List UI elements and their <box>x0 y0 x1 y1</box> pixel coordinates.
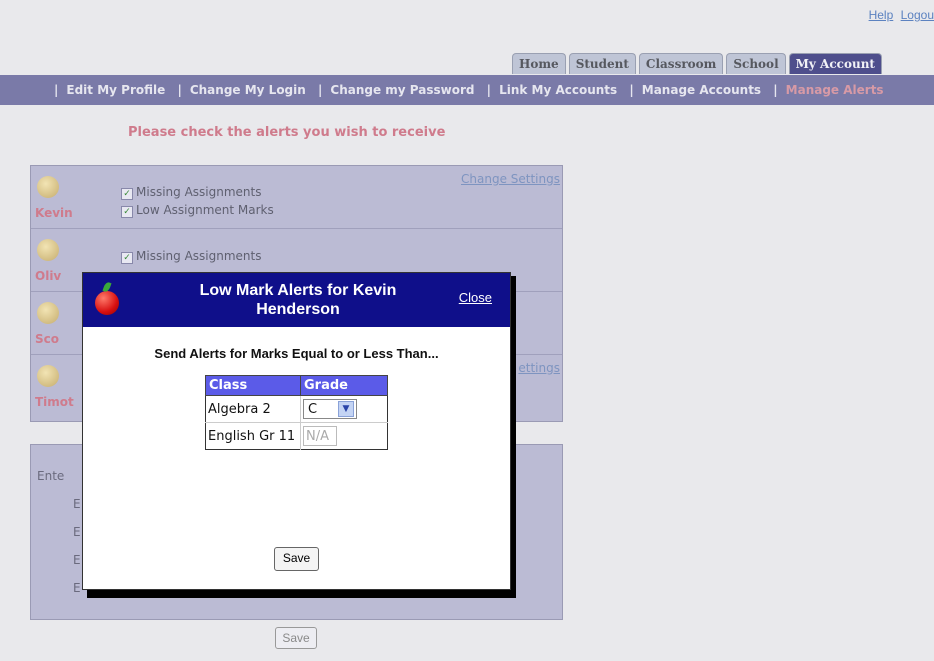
tab-home[interactable]: Home <box>512 53 566 74</box>
student-avatar-icon <box>37 302 59 324</box>
student-avatar-icon <box>37 176 59 198</box>
table-row: Algebra 2 C ▼ <box>205 395 388 423</box>
checkbox-checked-icon[interactable]: ✓ <box>121 188 133 200</box>
grade-select-value: C <box>308 401 318 417</box>
tab-my-account[interactable]: My Account <box>788 53 882 74</box>
subnav-edit-profile[interactable]: Edit My Profile <box>66 83 165 97</box>
chevron-down-icon[interactable]: ▼ <box>338 401 354 417</box>
apple-icon <box>95 291 119 315</box>
low-mark-alerts-dialog: Low Mark Alerts for Kevin Henderson Clos… <box>82 272 511 590</box>
dialog-prompt: Send Alerts for Marks Equal to or Less T… <box>154 346 439 361</box>
student-avatar-icon <box>37 239 59 261</box>
dialog-header: Low Mark Alerts for Kevin Henderson Clos… <box>83 273 510 327</box>
page-save-button[interactable]: Save <box>275 627 317 649</box>
page-heading: Please check the alerts you wish to rece… <box>128 125 446 140</box>
subnav-change-login[interactable]: Change My Login <box>190 83 306 97</box>
student-row: Kevin ✓ Missing Assignments ✓ Low Assignme… <box>31 166 562 229</box>
logout-link[interactable]: Logou <box>901 8 934 22</box>
tab-classroom[interactable]: Classroom <box>638 53 724 74</box>
enter-label: Ente <box>37 469 65 483</box>
tab-school[interactable]: School <box>726 53 786 74</box>
student-name: Sco <box>35 332 59 346</box>
account-subnav: | Edit My Profile | Change My Login | Chang… <box>0 75 934 105</box>
change-settings-link[interactable]: ettings <box>518 361 560 375</box>
class-cell: Algebra 2 <box>205 395 301 423</box>
subnav-change-password[interactable]: Change my Password <box>330 83 474 97</box>
alert-label: Missing Assignments <box>136 249 262 263</box>
main-tabs: Home Student Classroom School My Account <box>512 53 882 74</box>
tab-student[interactable]: Student <box>568 53 636 74</box>
subnav-link-accounts[interactable]: Link My Accounts <box>499 83 617 97</box>
change-settings-link[interactable]: Change Settings <box>461 172 560 186</box>
table-row: English Gr 11 N/A <box>205 422 388 450</box>
checkbox-checked-icon[interactable]: ✓ <box>121 252 133 264</box>
table-header-row: Class Grade <box>205 375 388 396</box>
email-label: E <box>73 581 81 595</box>
subnav-manage-alerts[interactable]: Manage Alerts <box>786 83 884 97</box>
grade-select[interactable]: C ▼ <box>303 399 357 419</box>
class-cell: English Gr 11 <box>205 422 301 450</box>
close-link[interactable]: Close <box>459 290 492 305</box>
student-name: Timot <box>35 395 74 409</box>
column-header-grade: Grade <box>300 375 388 396</box>
alert-label: Missing Assignments <box>136 185 262 199</box>
email-label: E <box>73 525 81 539</box>
email-label: E <box>73 497 81 511</box>
top-links: Help Logou <box>865 8 934 22</box>
grade-table: Class Grade Algebra 2 C ▼ English Gr 11 … <box>205 375 388 450</box>
email-label: E <box>73 553 81 567</box>
help-link[interactable]: Help <box>869 8 894 22</box>
subnav-manage-accounts[interactable]: Manage Accounts <box>642 83 761 97</box>
checkbox-checked-icon[interactable]: ✓ <box>121 206 133 218</box>
dialog-title: Low Mark Alerts for Kevin Henderson <box>199 282 397 318</box>
dialog-save-button[interactable]: Save <box>274 547 319 571</box>
column-header-class: Class <box>205 375 301 396</box>
student-name: Oliv <box>35 269 62 283</box>
student-name: Kevin <box>35 206 73 220</box>
alert-label: Low Assignment Marks <box>136 203 274 217</box>
student-avatar-icon <box>37 365 59 387</box>
grade-na-field: N/A <box>303 426 337 446</box>
